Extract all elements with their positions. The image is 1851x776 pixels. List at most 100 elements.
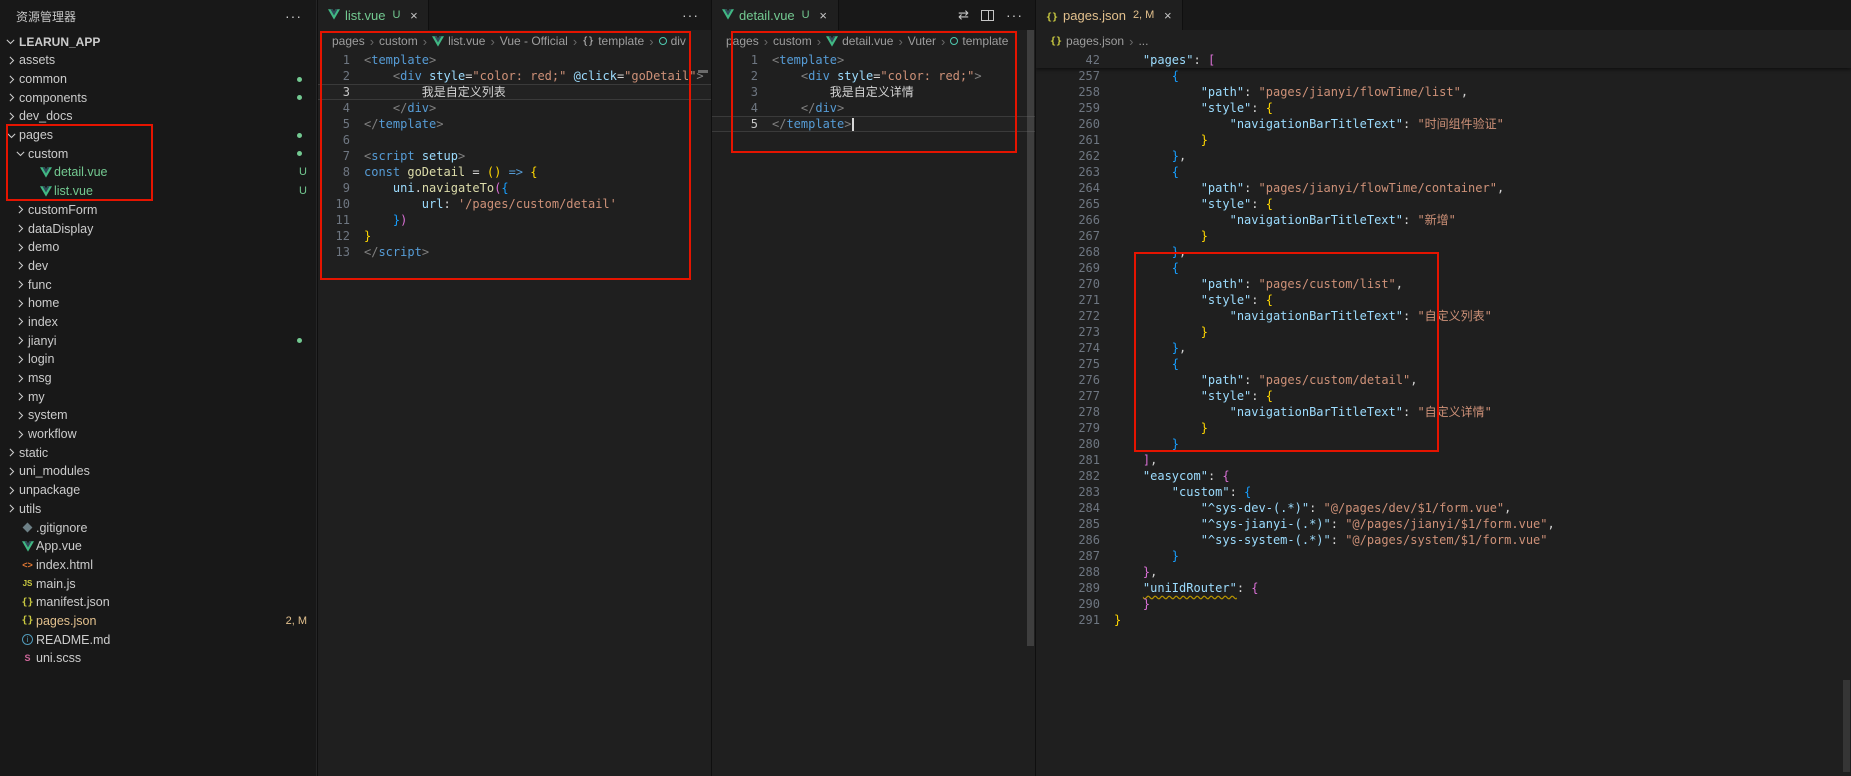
code-line-259[interactable]: 259 "style": { <box>1036 100 1851 116</box>
tree-item-static[interactable]: static <box>0 443 316 462</box>
code-line-265[interactable]: 265 "style": { <box>1036 196 1851 212</box>
code-line-284[interactable]: 284 "^sys-dev-(.*)": "@/pages/dev/$1/for… <box>1036 500 1851 516</box>
code-line-268[interactable]: 268 }, <box>1036 244 1851 260</box>
code-line-289[interactable]: 289 "uniIdRouter": { <box>1036 580 1851 596</box>
breadcrumb-item-Vue - Official[interactable]: Vue - Official <box>500 34 568 48</box>
code-line-283[interactable]: 283 "custom": { <box>1036 484 1851 500</box>
tab-pages-json[interactable]: {} pages.json 2, M <box>1036 0 1183 30</box>
tree-item-.gitignore[interactable]: .gitignore <box>0 518 316 537</box>
code-line-2[interactable]: 2 <div style="color: red;" @click="goDet… <box>318 68 711 84</box>
code-line-6[interactable]: 6 <box>318 132 711 148</box>
tree-item-dev_docs[interactable]: dev_docs <box>0 107 316 126</box>
tree-item-uni.scss[interactable]: Suni.scss <box>0 649 316 668</box>
code-line-276[interactable]: 276 "path": "pages/custom/detail", <box>1036 372 1851 388</box>
code-line-11[interactable]: 11 }) <box>318 212 711 228</box>
tree-item-list.vue[interactable]: list.vueU <box>0 182 316 201</box>
code-line-269[interactable]: 269 { <box>1036 260 1851 276</box>
code-line-267[interactable]: 267 } <box>1036 228 1851 244</box>
tree-item-login[interactable]: login <box>0 350 316 369</box>
code-line-9[interactable]: 9 uni.navigateTo({ <box>318 180 711 196</box>
code-line-12[interactable]: 12} <box>318 228 711 244</box>
tab-detail-vue[interactable]: detail.vue U <box>712 0 839 30</box>
explorer-more-actions-icon[interactable] <box>285 8 302 24</box>
breadcrumb-item-template[interactable]: template <box>950 34 1008 48</box>
open-changes-icon[interactable] <box>958 7 969 23</box>
tree-item-demo[interactable]: demo <box>0 238 316 257</box>
code-line-5[interactable]: 5</template> <box>712 116 1035 132</box>
tree-item-msg[interactable]: msg <box>0 369 316 388</box>
code-line-258[interactable]: 258 "path": "pages/jianyi/flowTime/list"… <box>1036 84 1851 100</box>
code-line-261[interactable]: 261 } <box>1036 132 1851 148</box>
code-line-10[interactable]: 10 url: '/pages/custom/detail' <box>318 196 711 212</box>
code-line-279[interactable]: 279 } <box>1036 420 1851 436</box>
tree-item-pages.json[interactable]: {}pages.json2, M <box>0 612 316 631</box>
code-line-263[interactable]: 263 { <box>1036 164 1851 180</box>
code-line-5[interactable]: 5</template> <box>318 116 711 132</box>
breadcrumb-item-template[interactable]: {}template <box>582 34 644 48</box>
code-line-3[interactable]: 3 我是自定义详情 <box>712 84 1035 100</box>
tree-item-pages[interactable]: pages <box>0 126 316 145</box>
close-icon[interactable] <box>405 7 422 24</box>
code-line-291[interactable]: 291} <box>1036 612 1851 628</box>
tree-item-index.html[interactable]: <>index.html <box>0 556 316 575</box>
code-line-274[interactable]: 274 }, <box>1036 340 1851 356</box>
breadcrumb-item-custom[interactable]: custom <box>379 34 418 48</box>
code-line-266[interactable]: 266 "navigationBarTitleText": "新增" <box>1036 212 1851 228</box>
tree-item-workflow[interactable]: workflow <box>0 425 316 444</box>
code-area-pages-json[interactable]: 42 "pages": [257 {258 "path": "pages/jia… <box>1036 52 1851 628</box>
code-line-42[interactable]: 42 "pages": [ <box>1036 52 1851 68</box>
tree-item-unpackage[interactable]: unpackage <box>0 481 316 500</box>
scrollbar-thumb[interactable] <box>1843 680 1850 772</box>
breadcrumb-item-...[interactable]: ... <box>1138 34 1148 48</box>
close-icon[interactable] <box>815 7 832 24</box>
code-line-260[interactable]: 260 "navigationBarTitleText": "时间组件验证" <box>1036 116 1851 132</box>
more-actions-icon[interactable] <box>682 7 699 23</box>
tree-item-manifest.json[interactable]: {}manifest.json <box>0 593 316 612</box>
code-line-277[interactable]: 277 "style": { <box>1036 388 1851 404</box>
tree-item-detail.vue[interactable]: detail.vueU <box>0 163 316 182</box>
tree-item-App.vue[interactable]: App.vue <box>0 537 316 556</box>
code-line-282[interactable]: 282 "easycom": { <box>1036 468 1851 484</box>
close-icon[interactable] <box>1159 7 1176 24</box>
tree-item-common[interactable]: common <box>0 70 316 89</box>
tree-item-home[interactable]: home <box>0 294 316 313</box>
tree-item-uni_modules[interactable]: uni_modules <box>0 462 316 481</box>
split-editor-icon[interactable] <box>981 10 994 21</box>
tree-item-components[interactable]: components <box>0 88 316 107</box>
code-line-264[interactable]: 264 "path": "pages/jianyi/flowTime/conta… <box>1036 180 1851 196</box>
tree-item-my[interactable]: my <box>0 387 316 406</box>
code-line-8[interactable]: 8const goDetail = () => { <box>318 164 711 180</box>
scrollbar-thumb[interactable] <box>1027 30 1034 646</box>
code-line-1[interactable]: 1<template> <box>712 52 1035 68</box>
code-line-271[interactable]: 271 "style": { <box>1036 292 1851 308</box>
tree-item-index[interactable]: index <box>0 313 316 332</box>
tab-list-vue[interactable]: list.vue U <box>318 0 429 30</box>
code-line-287[interactable]: 287 } <box>1036 548 1851 564</box>
tree-item-README.md[interactable]: iREADME.md <box>0 630 316 649</box>
code-line-288[interactable]: 288 }, <box>1036 564 1851 580</box>
code-line-272[interactable]: 272 "navigationBarTitleText": "自定义列表" <box>1036 308 1851 324</box>
tree-item-jianyi[interactable]: jianyi <box>0 331 316 350</box>
code-line-4[interactable]: 4 </div> <box>712 100 1035 116</box>
breadcrumb-item-pages[interactable]: pages <box>332 34 365 48</box>
tree-item-dataDisplay[interactable]: dataDisplay <box>0 219 316 238</box>
tree-item-assets[interactable]: assets <box>0 51 316 70</box>
breadcrumb-item-div[interactable]: div <box>659 34 686 48</box>
breadcrumb-item-pages.json[interactable]: {}pages.json <box>1050 34 1124 48</box>
code-line-7[interactable]: 7<script setup> <box>318 148 711 164</box>
code-line-278[interactable]: 278 "navigationBarTitleText": "自定义详情" <box>1036 404 1851 420</box>
tree-root-item[interactable]: LEARUN_APP <box>0 32 316 51</box>
code-line-270[interactable]: 270 "path": "pages/custom/list", <box>1036 276 1851 292</box>
code-line-2[interactable]: 2 <div style="color: red;"> <box>712 68 1035 84</box>
tree-item-func[interactable]: func <box>0 275 316 294</box>
code-line-290[interactable]: 290 } <box>1036 596 1851 612</box>
code-line-285[interactable]: 285 "^sys-jianyi-(.*)": "@/pages/jianyi/… <box>1036 516 1851 532</box>
breadcrumb-item-detail.vue[interactable]: detail.vue <box>826 34 893 48</box>
breadcrumb-item-Vuter[interactable]: Vuter <box>908 34 936 48</box>
code-line-262[interactable]: 262 }, <box>1036 148 1851 164</box>
tree-item-system[interactable]: system <box>0 406 316 425</box>
code-area-detail-vue[interactable]: 1<template>2 <div style="color: red;">3 … <box>712 52 1035 132</box>
code-line-275[interactable]: 275 { <box>1036 356 1851 372</box>
tree-item-custom[interactable]: custom <box>0 144 316 163</box>
breadcrumb-item-pages[interactable]: pages <box>726 34 759 48</box>
